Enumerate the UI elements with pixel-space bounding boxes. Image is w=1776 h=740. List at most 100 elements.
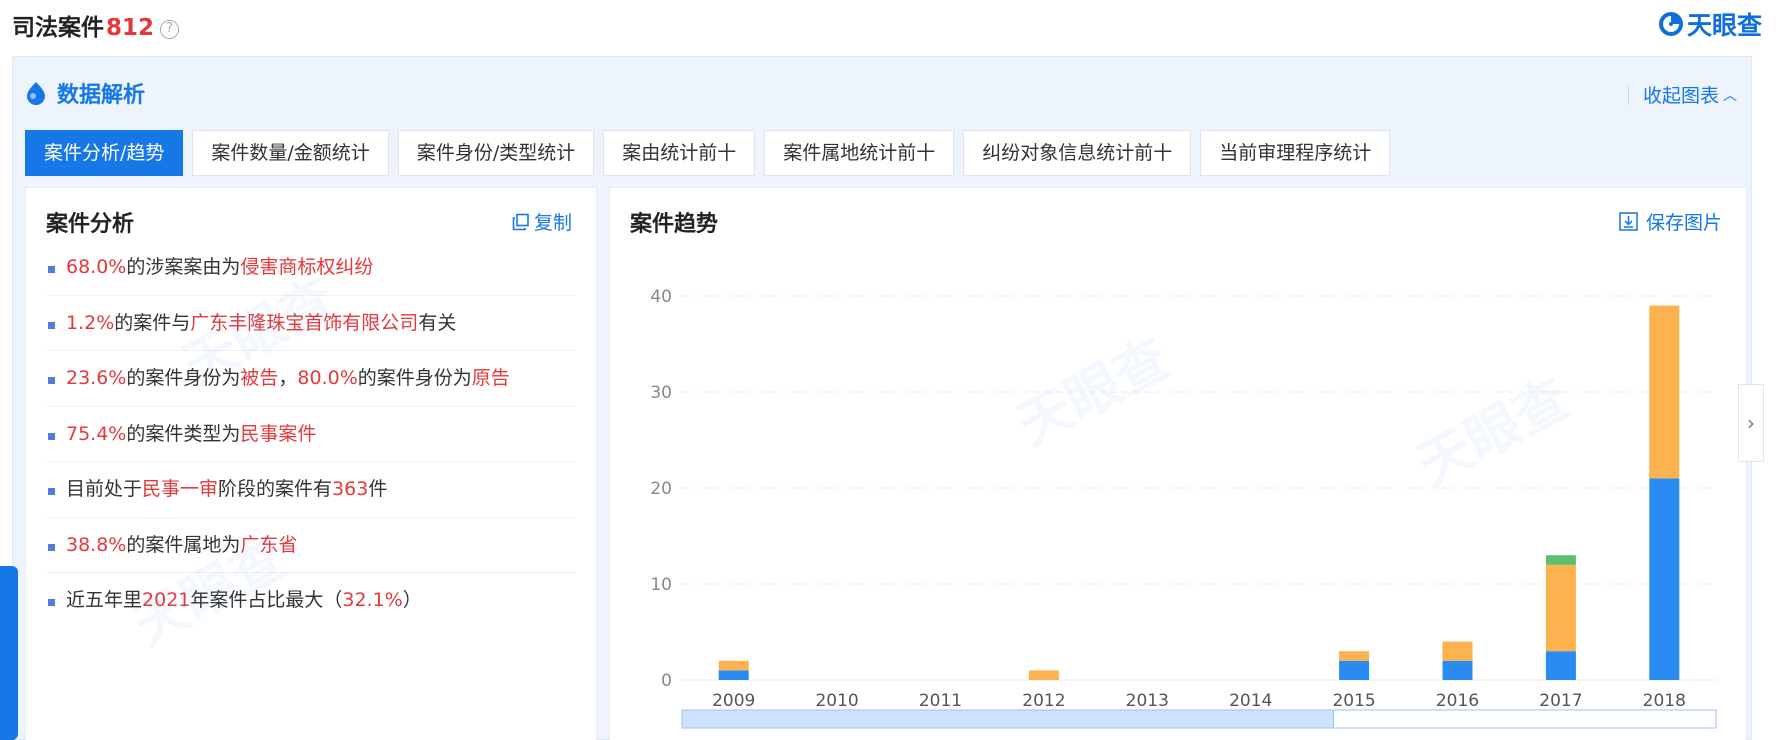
bar-被告-2015 [1339,651,1370,661]
highlight-text: 32.1% [342,589,403,611]
bullet-icon [48,599,55,606]
highlight-text: 23.6% [66,367,127,389]
tab-6[interactable]: 当前审理程序统计 [1200,130,1391,176]
y-tick-label: 0 [661,671,672,691]
bar-原告-2018 [1649,478,1680,680]
brand-name: 天眼查 [1686,11,1762,40]
case-analysis-card: 案件分析 复制 68.0%的涉案案由为侵害商标权纠纷 1.2%的案件与广东丰隆珠宝… [25,187,597,740]
bar-原告-2016 [1442,660,1473,680]
highlight-text: 38.8% [66,533,127,556]
analysis-text: 的案件身份为 [357,367,472,389]
bullet-icon [48,488,55,495]
highlight-text: 75.4% [66,422,127,445]
analysis-item: 38.8%的案件属地为广东省 [46,518,576,573]
brand-icon [1658,12,1683,36]
x-tick-label: 2010 [815,691,858,711]
bullet-icon [48,321,55,329]
analysis-item: 近五年里2021年案件占比最大（32.1%） [46,573,576,629]
chevron-right-icon: › [1747,411,1755,435]
y-tick-label: 40 [650,287,672,307]
highlight-text: 民事一审 [142,478,219,500]
highlight-text: 被告 [240,367,279,389]
highlight-text: 1.2% [66,311,115,334]
tab-5[interactable]: 纠纷对象信息统计前十 [963,130,1192,176]
analysis-text: ， [278,367,298,389]
tab-3[interactable]: 案由统计前十 [603,130,756,176]
tab-1[interactable]: 案件数量/金额统计 [192,130,389,176]
bar-原告-2009 [718,670,749,680]
highlight-text: 广东省 [240,533,298,556]
bar-被告-2012 [1028,670,1059,680]
page-title-text: 司法案件 [12,15,104,41]
bullet-icon [48,543,55,551]
section-title: 数据解析 [57,83,146,108]
analysis-item: 68.0%的涉案案由为侵害商标权纠纷 [46,240,576,296]
tab-4[interactable]: 案件属地统计前十 [764,130,955,176]
analysis-text: 的案件身份为 [126,367,241,389]
analysis-text: 件 [368,478,388,500]
copy-button[interactable]: 复制 [512,208,572,235]
case-analysis-title: 案件分析 [46,212,135,237]
data-analysis-icon [27,82,45,105]
data-analysis-panel: 数据解析 收起图表 ︿ 案件分析/趋势 案件数量/金额统计 案件身份/类型统计 案由统… [12,56,1764,740]
bullet-icon [48,377,55,384]
analysis-item: 23.6%的案件身份为被告，80.0%的案件身份为原告 [46,351,576,407]
bar-其他-2017 [1545,555,1576,565]
page-title: 司法案件812? [12,8,180,42]
bar-被告-2017 [1545,564,1576,652]
brand-logo: 天眼查 [1657,6,1762,42]
floating-side-tab[interactable] [0,566,18,740]
help-icon[interactable]: ? [160,20,180,39]
next-arrow-button[interactable]: › [1738,384,1764,462]
x-tick-label: 2017 [1539,691,1582,711]
x-tick-label: 2016 [1436,691,1479,711]
bar-被告-2018 [1649,305,1680,479]
case-count: 812 [106,15,155,41]
bullet-icon [48,432,55,440]
divider [1627,84,1629,105]
trend-chart: 0 10 20 30 40 2009 2010 2011 2012 2013 2014 2015 201… [650,287,1717,729]
section-header: 数据解析 [25,77,145,109]
x-tick-label: 2015 [1332,691,1375,711]
highlight-text: 2021 [142,589,191,611]
analysis-item: 目前处于民事一审阶段的案件有363件 [46,462,576,518]
x-tick-label: 2012 [1022,691,1065,711]
analysis-text: 年案件占比最大（ [190,589,343,611]
tab-2[interactable]: 案件身份/类型统计 [397,130,595,176]
y-tick-label: 10 [650,575,672,595]
analysis-text: 的涉案案由为 [126,256,241,278]
analysis-text: 的案件属地为 [126,533,241,556]
y-tick-label: 30 [650,383,672,403]
analysis-text: 有关 [418,311,457,334]
highlight-text: 侵害商标权纠纷 [240,256,374,278]
analysis-text: 近五年里 [66,589,143,611]
bar-被告-2016 [1442,641,1473,661]
tab-0[interactable]: 案件分析/趋势 [25,130,184,176]
analysis-text: ） [402,589,422,611]
tab-bar: 案件分析/趋势 案件数量/金额统计 案件身份/类型统计 案由统计前十 案件属地统计前十纠… [25,130,1391,176]
highlight-text: 80.0% [297,367,358,389]
bar-被告-2009 [718,660,749,671]
analysis-text: 的案件与 [114,311,191,334]
bar-原告-2015 [1339,660,1370,680]
x-tick-label: 2018 [1643,691,1686,711]
analysis-item: 75.4%的案件类型为民事案件 [46,407,576,462]
highlight-text: 68.0% [66,256,127,278]
bullet-icon [48,266,55,273]
copy-label: 复制 [533,212,572,234]
x-tick-label: 2013 [1126,691,1169,711]
highlight-text: 363 [332,478,369,500]
case-trend-card: 案件趋势 保存图片 0 10 20 30 40 2009 2010 2011 2012 2013 2… [609,187,1747,740]
bar-原告-2017 [1545,651,1576,680]
collapse-chart-label: 收起图表 [1642,85,1719,107]
x-tick-label: 2009 [712,691,755,711]
highlight-text: 原告 [471,367,510,389]
chevron-up-icon: ︿ [1723,87,1737,104]
collapse-chart-button[interactable]: 收起图表 ︿ [1627,81,1737,108]
highlight-text: 广东丰隆珠宝首饰有限公司 [190,311,419,334]
zoom-slider-window [681,709,1334,729]
x-tick-label: 2011 [919,691,962,711]
analysis-item: 1.2%的案件与广东丰隆珠宝首饰有限公司有关 [46,296,576,351]
analysis-text: 目前处于 [66,478,143,500]
copy-icon [512,213,529,230]
